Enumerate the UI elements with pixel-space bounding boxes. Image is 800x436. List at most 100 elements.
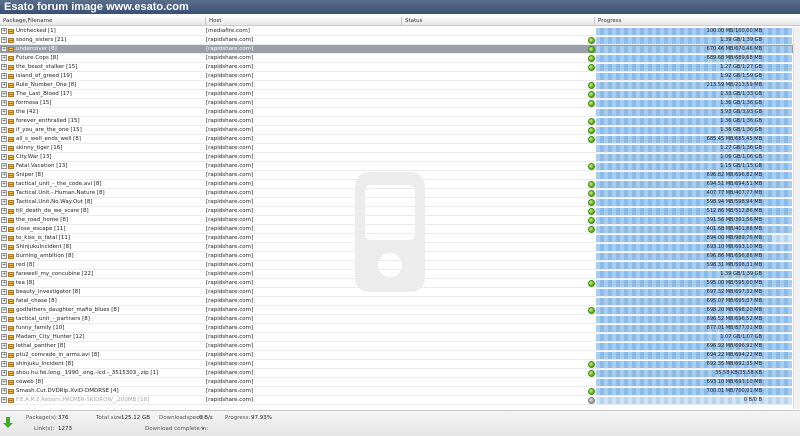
- expand-plus-icon[interactable]: +: [1, 343, 7, 349]
- finished-status-icon: [588, 64, 595, 71]
- expand-plus-icon[interactable]: +: [1, 280, 7, 286]
- package-row[interactable]: + F.E.A.R.2.Reborn.PROPER-SKIDROW_.200MB …: [0, 396, 798, 405]
- expand-plus-icon[interactable]: +: [1, 370, 7, 376]
- package-row[interactable]: + Rule_Number_One [8] [rapidshare.com] 213.…: [0, 81, 798, 90]
- expand-plus-icon[interactable]: +: [1, 397, 7, 403]
- package-row[interactable]: + soong_sisters [21] [rapidshare.com] 1.39 …: [0, 36, 798, 45]
- package-row[interactable]: + all_s_well_ends_well [8] [rapidshare.com…: [0, 135, 798, 144]
- package-row[interactable]: + City.War [13] [rapidshare.com] 1.06 GB/1.…: [0, 153, 798, 162]
- column-host[interactable]: Host: [206, 17, 402, 26]
- expand-plus-icon[interactable]: +: [1, 37, 7, 43]
- expand-plus-icon[interactable]: +: [1, 244, 7, 250]
- expand-plus-icon[interactable]: +: [1, 388, 7, 394]
- expand-plus-icon[interactable]: +: [1, 82, 7, 88]
- package-row[interactable]: + Sniper [8] [rapidshare.com] 696.82 MB/696…: [0, 171, 798, 180]
- expand-plus-icon[interactable]: +: [1, 235, 7, 241]
- package-row[interactable]: + godfathers_daughter_mafia_blues [8] [rap…: [0, 306, 798, 315]
- column-status[interactable]: Status: [402, 17, 595, 26]
- package-row[interactable]: + ShinjukuIncident [8] [rapidshare.com] 693…: [0, 243, 798, 252]
- package-row[interactable]: + the_beast_stalker [15] [rapidshare.com] 1…: [0, 63, 798, 72]
- expand-plus-icon[interactable]: +: [1, 289, 7, 295]
- download-arrow-icon[interactable]: [2, 417, 14, 429]
- package-row[interactable]: + undercover [8] [rapidshare.com] 670.46 MB…: [0, 45, 798, 54]
- progress-bar: 693.10 MB/693.10 MB: [596, 244, 792, 251]
- package-row[interactable]: + fatal_chase [8] [rapidshare.com] 695.07 M…: [0, 297, 798, 306]
- package-row[interactable]: + coweb [8] [rapidshare.com] 693.10 MB/693.…: [0, 378, 798, 387]
- expand-plus-icon[interactable]: +: [1, 154, 7, 160]
- package-row[interactable]: + The_Last_Blood [17] [rapidshare.com] 1.33…: [0, 90, 798, 99]
- package-row[interactable]: + island_of_greed [19] [rapidshare.com] 1.9…: [0, 72, 798, 81]
- expand-plus-icon[interactable]: +: [1, 73, 7, 79]
- package-row[interactable]: + burning_ambition [8] [rapidshare.com] 696…: [0, 252, 798, 261]
- expand-plus-icon[interactable]: +: [1, 361, 7, 367]
- expand-plus-icon[interactable]: +: [1, 163, 7, 169]
- expand-plus-icon[interactable]: +: [1, 172, 7, 178]
- package-row[interactable]: + close_escape [11] [rapidshare.com] 401.68…: [0, 225, 798, 234]
- expand-plus-icon[interactable]: +: [1, 334, 7, 340]
- progress-bar: 3.93 GB/3.93 GB: [596, 109, 792, 116]
- package-row[interactable]: + forever_enthralled [15] [rapidshare.com]…: [0, 117, 798, 126]
- expand-plus-icon[interactable]: +: [1, 127, 7, 133]
- expand-plus-icon[interactable]: +: [1, 217, 7, 223]
- expand-plus-icon[interactable]: +: [1, 226, 7, 232]
- expand-plus-icon[interactable]: +: [1, 118, 7, 124]
- package-row[interactable]: + tactical_unit_-_partners [8] [rapidshare…: [0, 315, 798, 324]
- package-row[interactable]: + till_death_do_we_scare [8] [rapidshare.c…: [0, 207, 798, 216]
- expand-plus-icon[interactable]: +: [1, 145, 7, 151]
- package-row[interactable]: + shinjuku_incident [8] [rapidshare.com] 69…: [0, 360, 798, 369]
- expand-plus-icon[interactable]: +: [1, 109, 7, 115]
- expand-plus-icon[interactable]: +: [1, 352, 7, 358]
- progress-fill: [596, 199, 792, 206]
- expand-plus-icon[interactable]: +: [1, 325, 7, 331]
- package-row[interactable]: + to_kiss_is_fatal [11] [rapidshare.com] 89…: [0, 234, 798, 243]
- expand-plus-icon[interactable]: +: [1, 316, 7, 322]
- progress-text: 3.93 GB/3.93 GB: [720, 109, 762, 115]
- expand-plus-icon[interactable]: +: [1, 307, 7, 313]
- column-progress[interactable]: Progress: [595, 17, 800, 26]
- progress-fill: [596, 136, 792, 143]
- expand-plus-icon[interactable]: +: [1, 28, 7, 34]
- package-row[interactable]: + beauty_investigator [8] [rapidshare.com]…: [0, 288, 798, 297]
- package-row[interactable]: + shou.hu.fei.long._1990_.eng.-lcd.-_3515…: [0, 369, 798, 378]
- package-row[interactable]: + ptu2_comrade_in_arms.avi [8] [rapidshare…: [0, 351, 798, 360]
- package-row[interactable]: + Madam_City_Hunter [12] [rapidshare.com] 1…: [0, 333, 798, 342]
- expand-plus-icon[interactable]: +: [1, 298, 7, 304]
- expand-plus-icon[interactable]: +: [1, 136, 7, 142]
- expand-plus-icon[interactable]: +: [1, 190, 7, 196]
- package-row[interactable]: + red [8] [rapidshare.com] 598.31 MB/598.31…: [0, 261, 798, 270]
- package-row[interactable]: + Fatal.Vacation [13] [rapidshare.com] 1.15…: [0, 162, 798, 171]
- package-row[interactable]: + Future.Cops [8] [rapidshare.com] 689.68 M…: [0, 54, 798, 63]
- progress-text: 1.36 GB/1.36 GB: [720, 127, 762, 133]
- package-row[interactable]: + tea [8] [rapidshare.com] 595.00 MB/595.00…: [0, 279, 798, 288]
- progress-bar: 670.46 MB/670.46 MB: [596, 46, 792, 53]
- expand-plus-icon[interactable]: +: [1, 181, 7, 187]
- package-row[interactable]: + formosa [15] [rapidshare.com] 1.36 GB/1.3…: [0, 99, 798, 108]
- package-row[interactable]: + lethal_panther [8] [rapidshare.com] 696.9…: [0, 342, 798, 351]
- package-row[interactable]: + farewell_my_concubine [22] [rapidshare.c…: [0, 270, 798, 279]
- package-row[interactable]: + Tactical.Unit.No.Way.Out [8] [rapidshare…: [0, 198, 798, 207]
- expand-plus-icon[interactable]: +: [1, 199, 7, 205]
- expand-plus-icon[interactable]: +: [1, 91, 7, 97]
- expand-plus-icon[interactable]: +: [1, 253, 7, 259]
- expand-plus-icon[interactable]: +: [1, 379, 7, 385]
- vertical-scrollbar[interactable]: [793, 27, 800, 409]
- package-row[interactable]: + the [42] [rapidshare.com] 3.93 GB/3.93 GB: [0, 108, 798, 117]
- package-row[interactable]: + tactical_unit_-_the_code.avi [8] [rapids…: [0, 180, 798, 189]
- package-list[interactable]: + Unchecked [1] [mediafire.com] 100.00 MB/1…: [0, 27, 800, 409]
- expand-plus-icon[interactable]: +: [1, 271, 7, 277]
- expand-plus-icon[interactable]: +: [1, 64, 7, 70]
- package-row[interactable]: + the_road_home [8] [rapidshare.com] 391.56…: [0, 216, 798, 225]
- column-package[interactable]: Package,Filename: [0, 17, 206, 26]
- expand-plus-icon[interactable]: +: [1, 262, 7, 268]
- package-row[interactable]: + Tactical.Unit.-.Human.Nature [8] [rapids…: [0, 189, 798, 198]
- package-row[interactable]: + if_you_are_the_one [15] [rapidshare.com]…: [0, 126, 798, 135]
- package-name: funny_family [10]: [16, 325, 65, 331]
- package-row[interactable]: + Unchecked [1] [mediafire.com] 100.00 MB/1…: [0, 27, 798, 36]
- package-row[interactable]: + skinny_tiger [16] [rapidshare.com] 1.27 G…: [0, 144, 798, 153]
- expand-plus-icon[interactable]: +: [1, 100, 7, 106]
- expand-plus-icon[interactable]: +: [1, 55, 7, 61]
- package-row[interactable]: + funny_family [10] [rapidshare.com] 877.01…: [0, 324, 798, 333]
- expand-plus-icon[interactable]: +: [1, 46, 7, 52]
- package-row[interactable]: + Smash.Cut.DVDRip.XviD-DMDRSE [4] [rapids…: [0, 387, 798, 396]
- expand-plus-icon[interactable]: +: [1, 208, 7, 214]
